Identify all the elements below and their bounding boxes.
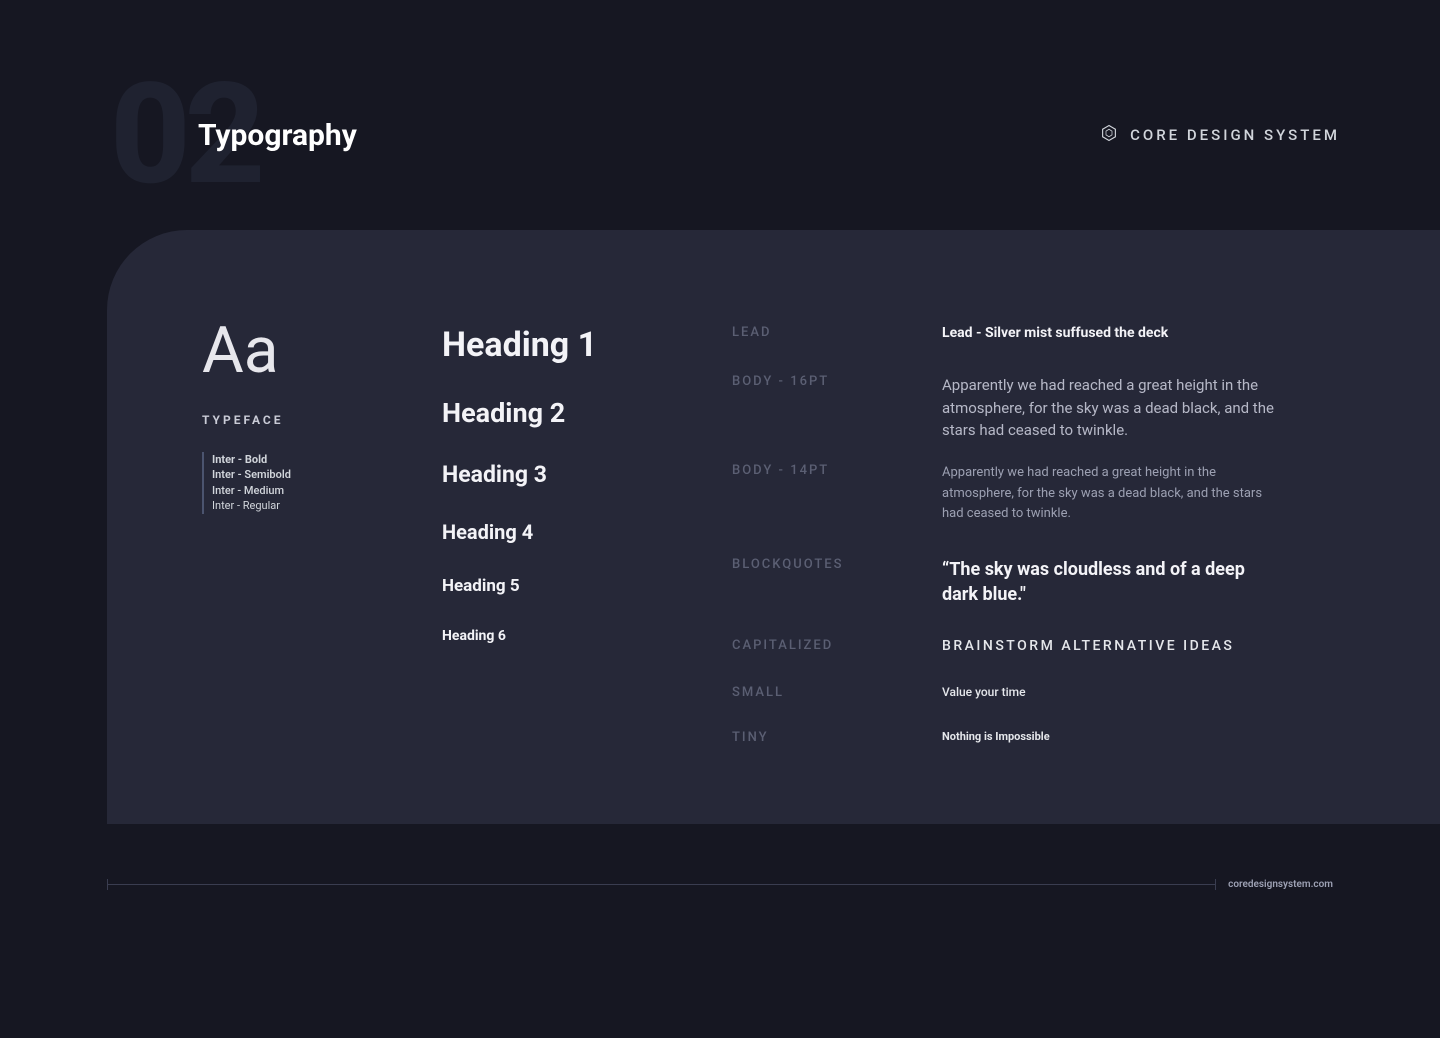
brand-label: CORE DESIGN SYSTEM: [1130, 126, 1340, 144]
heading-5: Heading 5: [442, 576, 672, 596]
typeface-column: Aa TYPEFACE Inter - Bold Inter - Semibol…: [202, 325, 382, 754]
weight-bold: Inter - Bold: [212, 452, 382, 467]
heading-2: Heading 2: [442, 397, 672, 429]
footer: coredesignsystem.com: [107, 878, 1333, 890]
hexagon-icon: [1100, 124, 1118, 146]
heading-4: Heading 4: [442, 520, 672, 544]
heading-1: Heading 1: [442, 325, 672, 365]
label-capitalized: CAPITALIZED: [732, 638, 882, 685]
example-body-16: Apparently we had reached a great height…: [942, 374, 1282, 442]
example-tiny: Nothing is Impossible: [942, 730, 1282, 743]
examples-column: Lead - Silver mist suffused the deck App…: [942, 325, 1282, 754]
weight-medium: Inter - Medium: [212, 483, 382, 498]
example-capitalized-wrap: BRAINSTORM ALTERNATIVE IDEAS: [942, 638, 1282, 685]
brand: CORE DESIGN SYSTEM: [1100, 124, 1340, 146]
headings-column: Heading 1 Heading 2 Heading 3 Heading 4 …: [442, 325, 672, 754]
label-blockquotes: BLOCKQUOTES: [732, 557, 882, 638]
example-capitalized: BRAINSTORM ALTERNATIVE IDEAS: [942, 638, 1282, 654]
heading-6: Heading 6: [442, 628, 672, 644]
label-body-16: BODY - 16PT: [732, 374, 882, 463]
example-blockquote-wrap: “The sky was cloudless and of a deep dar…: [942, 557, 1282, 638]
weight-semibold: Inter - Semibold: [212, 467, 382, 482]
page-title: Typography: [198, 118, 357, 153]
typeface-label: TYPEFACE: [202, 413, 382, 427]
weight-regular: Inter - Regular: [212, 498, 382, 513]
example-tiny-wrap: Nothing is Impossible: [942, 730, 1282, 754]
typography-panel: Aa TYPEFACE Inter - Bold Inter - Semibol…: [107, 230, 1440, 824]
label-lead: LEAD: [732, 325, 882, 374]
example-small: Value your time: [942, 685, 1282, 699]
example-body14-wrap: Apparently we had reached a great height…: [942, 463, 1282, 557]
example-lead-wrap: Lead - Silver mist suffused the deck: [942, 325, 1282, 374]
example-small-wrap: Value your time: [942, 685, 1282, 730]
page-header-left: 02 Typography: [110, 80, 357, 190]
typeface-weights: Inter - Bold Inter - Semibold Inter - Me…: [202, 452, 382, 514]
labels-column: LEAD BODY - 16PT BODY - 14PT BLOCKQUOTES…: [732, 325, 882, 754]
example-body16-wrap: Apparently we had reached a great height…: [942, 374, 1282, 463]
footer-ruler: [107, 884, 1216, 885]
footer-domain: coredesignsystem.com: [1228, 879, 1333, 890]
label-small: SMALL: [732, 685, 882, 730]
page-header: 02 Typography CORE DESIGN SYSTEM: [110, 80, 1340, 190]
typeface-specimen: Aa: [202, 319, 382, 383]
example-lead: Lead - Silver mist suffused the deck: [942, 325, 1282, 341]
page: 02 Typography CORE DESIGN SYSTEM Aa TYPE…: [0, 0, 1440, 1038]
heading-3: Heading 3: [442, 461, 672, 488]
example-blockquote: “The sky was cloudless and of a deep dar…: [942, 557, 1282, 607]
label-body-14: BODY - 14PT: [732, 463, 882, 557]
label-tiny: TINY: [732, 730, 882, 754]
example-body-14: Apparently we had reached a great height…: [942, 463, 1282, 525]
